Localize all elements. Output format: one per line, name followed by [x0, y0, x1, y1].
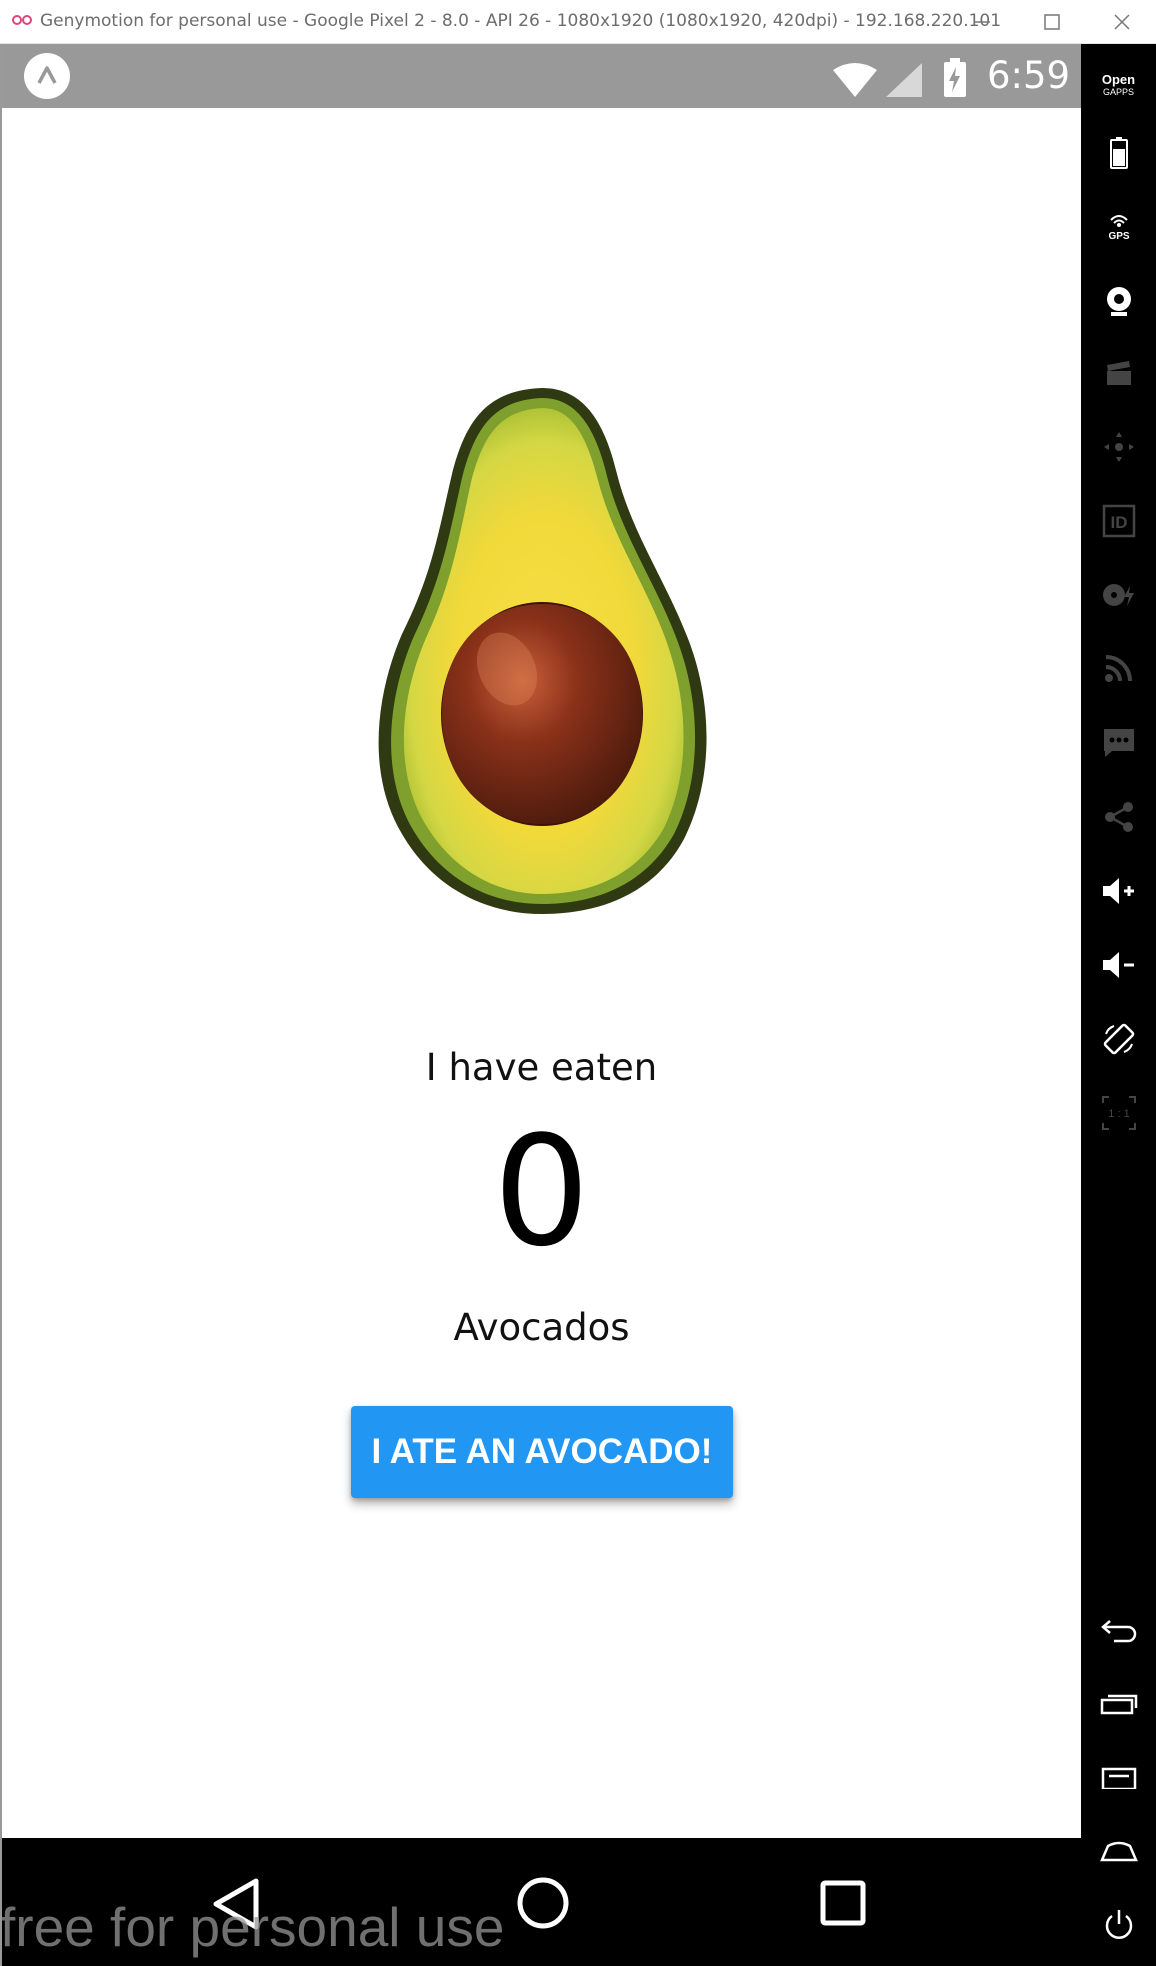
rotate-icon	[1103, 1023, 1134, 1055]
disk-io-button[interactable]	[1081, 567, 1156, 623]
app-content: I have eaten 0 Avocados I ATE AN AVOCADO…	[2, 108, 1081, 1838]
window-title: Genymotion for personal use - Google Pix…	[40, 11, 1002, 31]
window-titlebar: Genymotion for personal use - Google Pix…	[0, 0, 1156, 44]
gps-label: GPS	[1108, 231, 1129, 242]
pixel-perfect-label: 1 : 1	[1108, 1108, 1129, 1120]
status-clock: 6:59	[987, 54, 1071, 97]
navigation-button[interactable]	[1081, 419, 1156, 475]
watermark: free for personal use	[0, 1896, 505, 1958]
android-home-icon	[1099, 1841, 1138, 1862]
genymotion-toolbar: Open GAPPS GPS ID 1 : 1	[1081, 44, 1156, 1966]
battery-icon	[1109, 137, 1128, 169]
volume-up-icon	[1102, 878, 1134, 904]
power-icon	[1105, 1910, 1132, 1939]
minimize-button[interactable]	[952, 0, 1012, 44]
close-icon	[1114, 14, 1130, 30]
network-icon	[1104, 655, 1132, 682]
android-back-icon	[1100, 1620, 1136, 1643]
power-button[interactable]	[1081, 1897, 1156, 1953]
android-back-button[interactable]	[1081, 1602, 1156, 1658]
rotate-button[interactable]	[1081, 1011, 1156, 1067]
maximize-icon	[1044, 14, 1060, 30]
opengapps-label: Open	[1101, 72, 1136, 87]
android-menu-button[interactable]	[1081, 1750, 1156, 1806]
device-id-button[interactable]: ID	[1081, 493, 1156, 549]
eaten-label: I have eaten	[425, 1046, 658, 1089]
device-id-icon: ID	[1102, 504, 1135, 538]
close-button[interactable]	[1092, 0, 1152, 44]
android-status-bar: 6:59	[2, 44, 1081, 108]
avocado-count: 0	[493, 1103, 590, 1280]
android-recents-icon	[1100, 1694, 1137, 1715]
gps-icon: GPS	[1108, 215, 1129, 242]
genymotion-logo-icon	[12, 15, 32, 25]
network-button[interactable]	[1081, 640, 1156, 696]
maximize-button[interactable]	[1022, 0, 1082, 44]
webcam-icon	[1106, 287, 1131, 316]
battery-button[interactable]	[1081, 125, 1156, 181]
opengapps-button[interactable]: Open GAPPS	[1081, 58, 1156, 114]
sms-button[interactable]	[1081, 715, 1156, 771]
recents-icon[interactable]	[820, 1880, 866, 1926]
capture-button[interactable]	[1081, 346, 1156, 402]
avocado-half-icon	[378, 388, 707, 914]
battery-charging-icon	[944, 58, 966, 97]
home-icon[interactable]	[516, 1876, 570, 1930]
minimize-icon	[974, 21, 990, 23]
ate-avocado-button[interactable]: I ATE AN AVOCADO!	[351, 1406, 733, 1498]
volume-down-icon	[1102, 952, 1134, 978]
volume-down-button[interactable]	[1081, 937, 1156, 993]
expo-app-icon	[24, 53, 70, 99]
pixel-perfect-icon: 1 : 1	[1101, 1096, 1136, 1130]
gps-button[interactable]: GPS	[1081, 199, 1156, 255]
volume-up-button[interactable]	[1081, 863, 1156, 919]
share-button[interactable]	[1081, 789, 1156, 845]
device-id-label: ID	[1110, 513, 1127, 532]
wifi-icon	[833, 63, 877, 97]
share-icon	[1104, 802, 1133, 832]
sms-icon	[1103, 729, 1134, 757]
capture-icon	[1106, 361, 1131, 385]
navigation-icon	[1103, 432, 1134, 462]
android-home-button[interactable]	[1081, 1823, 1156, 1879]
webcam-button[interactable]	[1081, 273, 1156, 329]
android-menu-icon	[1101, 1767, 1136, 1789]
android-recents-button[interactable]	[1081, 1676, 1156, 1732]
pixel-perfect-button[interactable]: 1 : 1	[1081, 1085, 1156, 1141]
disk-io-icon	[1102, 584, 1134, 606]
signal-icon	[886, 63, 922, 97]
opengapps-sublabel: GAPPS	[1102, 87, 1134, 97]
unit-label: Avocados	[453, 1306, 630, 1349]
